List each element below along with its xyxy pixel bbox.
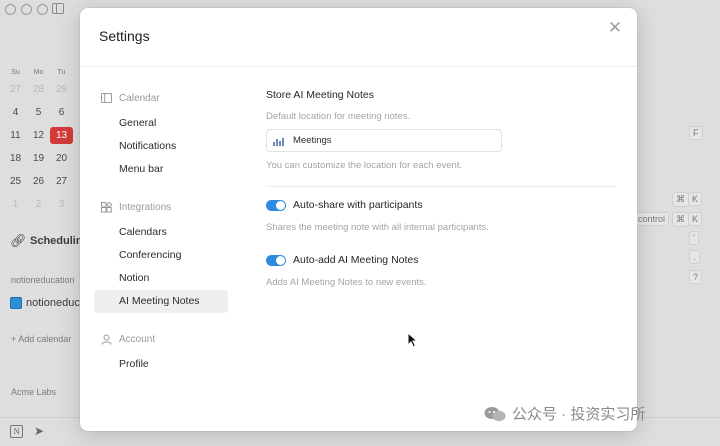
calendar-day[interactable]: 19 xyxy=(27,153,50,164)
integrations-icon xyxy=(100,201,112,213)
shortcut-key: K xyxy=(688,192,703,206)
nav-item-ai-meeting-notes[interactable]: AI Meeting Notes xyxy=(94,290,228,313)
wechat-icon xyxy=(484,406,506,421)
person-icon xyxy=(100,333,112,345)
nav-item-general[interactable]: General xyxy=(94,112,228,135)
zoom-window-button[interactable] xyxy=(37,4,48,15)
calendar-day[interactable]: 1 xyxy=(4,199,27,210)
calendar-week-row: 27 28 29 xyxy=(4,78,74,101)
shortcut-key: K xyxy=(688,212,703,226)
nav-section-integrations: Integrations xyxy=(100,197,248,217)
database-icon xyxy=(273,136,285,146)
nav-item-notifications[interactable]: Notifications xyxy=(94,135,228,158)
nav-item-profile[interactable]: Profile xyxy=(94,353,228,376)
calendar-week-row: 123 xyxy=(4,193,74,216)
shortcut-key: ' xyxy=(689,231,699,245)
weekday-label: Tu xyxy=(57,68,66,76)
calendar-day[interactable]: 25 xyxy=(4,176,27,187)
calendar-week-row: 25 26 27 xyxy=(4,170,74,193)
mini-calendar: Su Mo Tu 27 28 29 4 5 6 11 12 13 18 19 20 25 26 27 1 2 3 xyxy=(4,66,74,216)
calendar-day[interactable]: 18 xyxy=(4,153,27,164)
calendar-day[interactable]: 12 xyxy=(27,130,50,141)
calendar-day[interactable]: 27 xyxy=(4,84,27,95)
calendar-day[interactable]: 5 xyxy=(27,107,50,118)
shortcut-key: ⌘ xyxy=(672,192,689,207)
calendar-icon xyxy=(100,92,112,104)
settings-nav: Calendar General Notifications Menu bar Inte… xyxy=(94,88,248,376)
calendar-day[interactable]: 20 xyxy=(50,153,73,164)
notion-logo-icon[interactable]: N xyxy=(10,425,23,438)
section-divider xyxy=(266,186,616,187)
window-controls xyxy=(5,4,48,15)
nav-item-conferencing[interactable]: Conferencing xyxy=(94,244,228,267)
location-select[interactable]: Meetings xyxy=(266,129,502,152)
calendar-day[interactable]: 3 xyxy=(50,199,73,210)
ai-meeting-notes-panel: Store AI Meeting Notes Default location … xyxy=(266,88,616,289)
calendar-day[interactable]: 11 xyxy=(4,130,27,141)
nav-item-calendars[interactable]: Calendars xyxy=(94,221,228,244)
nav-section-label: Calendar xyxy=(119,92,160,104)
mouse-cursor-icon xyxy=(407,332,419,348)
auto-add-row: Auto-add AI Meeting Notes xyxy=(266,252,616,268)
add-calendar-button[interactable]: + Add calendar xyxy=(11,334,71,344)
send-icon[interactable]: ➤ xyxy=(34,424,44,438)
shortcut-key: . xyxy=(689,250,700,264)
shortcut-key: control xyxy=(634,212,670,226)
nav-item-menu-bar[interactable]: Menu bar xyxy=(94,158,228,181)
weekday-header: Su Mo Tu xyxy=(4,66,74,78)
store-notes-description: Default location for meeting notes. xyxy=(266,111,411,122)
nav-section-account: Account xyxy=(100,329,248,349)
modal-title: Settings xyxy=(99,28,150,44)
header-divider xyxy=(80,66,637,67)
shortcut-key: ⌘ xyxy=(672,212,689,227)
auto-share-row: Auto-share with participants xyxy=(266,197,616,213)
close-window-button[interactable] xyxy=(5,4,16,15)
calendar-day-today[interactable]: 13 xyxy=(50,127,73,144)
calendar-day[interactable]: 28 xyxy=(27,84,50,95)
calendar-checkbox[interactable] xyxy=(10,297,22,309)
weekday-label: Su xyxy=(11,68,20,76)
shortcut-key: ? xyxy=(689,270,703,284)
minimize-window-button[interactable] xyxy=(21,4,32,15)
nav-section-label: Integrations xyxy=(119,201,172,213)
nav-section-calendar: Calendar xyxy=(100,88,248,108)
calendar-name[interactable]: notioneduc xyxy=(26,297,80,309)
calendar-day[interactable]: 29 xyxy=(50,84,73,95)
auto-share-toggle[interactable] xyxy=(266,199,286,211)
watermark-text: 公众号 · 投资实习所 xyxy=(512,406,646,423)
calendar-day[interactable]: 27 xyxy=(50,176,73,187)
calendar-week-row: 18 19 20 xyxy=(4,147,74,170)
sidebar-toggle-icon[interactable] xyxy=(52,3,64,14)
account-email: notioneducation xyxy=(11,275,75,285)
calendar-day[interactable]: 6 xyxy=(50,107,73,118)
org-name: Acme Labs xyxy=(11,387,57,397)
auto-add-toggle[interactable] xyxy=(266,254,286,266)
calendar-week-row: 11 12 13 xyxy=(4,124,74,147)
auto-share-label: Auto-share with participants xyxy=(293,199,423,211)
calendar-day[interactable]: 2 xyxy=(27,199,50,210)
nav-section-label: Account xyxy=(119,333,156,345)
location-note: You can customize the location for each … xyxy=(266,160,463,171)
calendar-day[interactable]: 4 xyxy=(4,107,27,118)
calendar-day[interactable]: 26 xyxy=(27,176,50,187)
auto-add-description: Adds AI Meeting Notes to new events. xyxy=(266,277,427,288)
nav-item-notion[interactable]: Notion xyxy=(94,267,228,290)
watermark: 公众号 · 投资实习所 xyxy=(484,403,645,424)
weekday-label: Mo xyxy=(33,68,44,76)
settings-modal: Settings ✕ Calendar General Notifications M… xyxy=(80,8,637,431)
calendar-week-row: 456 xyxy=(4,101,74,124)
shortcut-key: F xyxy=(689,126,703,140)
store-notes-title: Store AI Meeting Notes xyxy=(266,89,374,101)
auto-add-label: Auto-add AI Meeting Notes xyxy=(293,254,419,266)
auto-share-description: Shares the meeting note with all interna… xyxy=(266,222,489,233)
link-icon: 🔗︎ xyxy=(10,233,27,248)
location-value: Meetings xyxy=(293,135,332,146)
close-icon[interactable]: ✕ xyxy=(607,19,623,36)
